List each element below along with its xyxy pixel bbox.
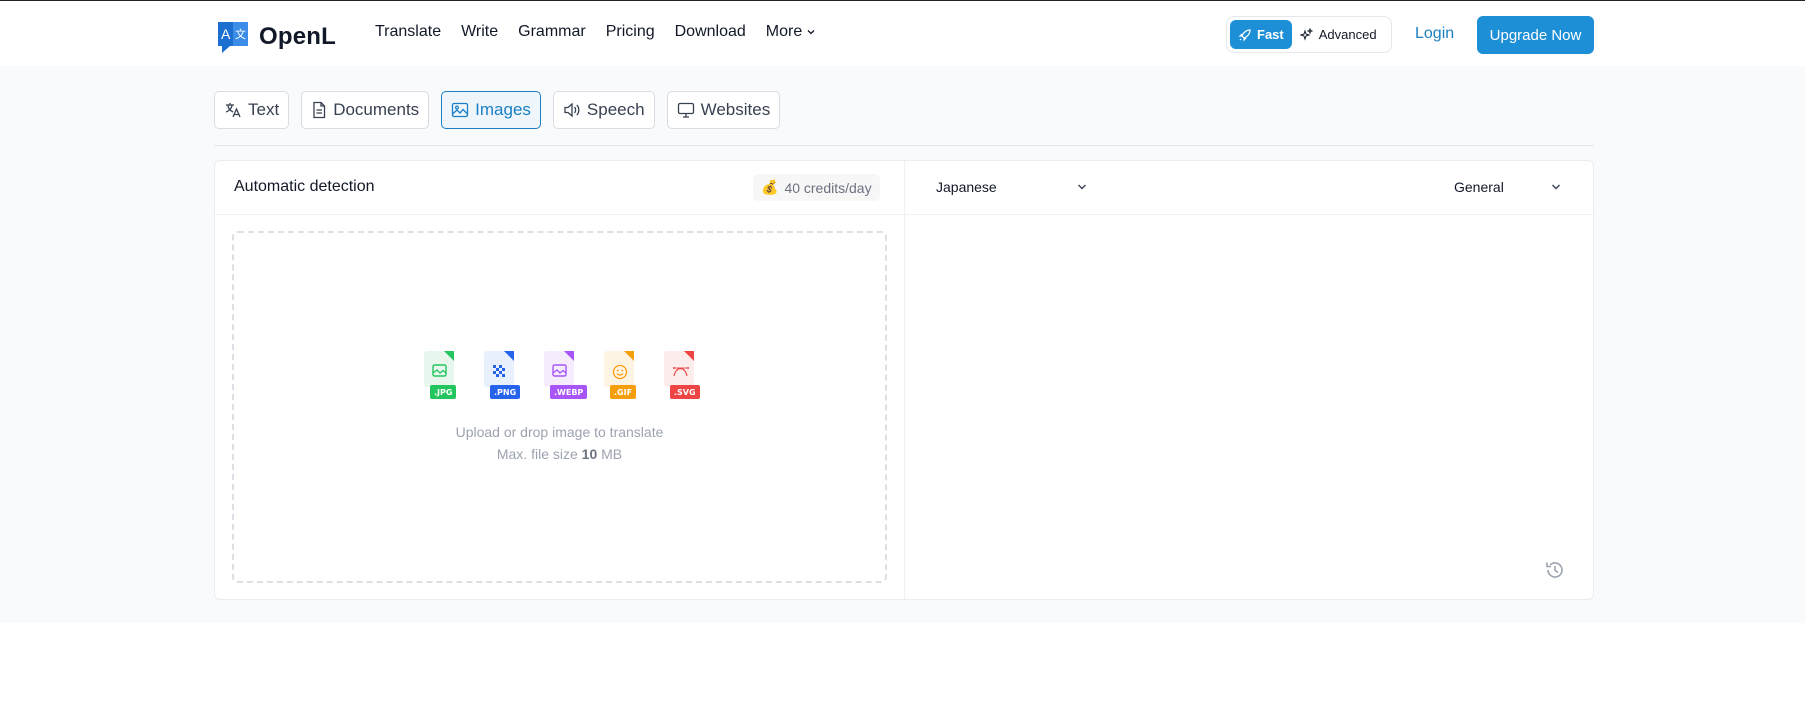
tab-text[interactable]: Text [214,91,290,129]
tab-images[interactable]: Images [441,91,541,129]
image-dropzone[interactable]: .JPG .PNG .WEBP .GIF .SVG Upload or drop… [232,231,887,583]
source-header: Automatic detection 💰 40 credits/day [215,161,904,215]
nav-translate[interactable]: Translate [375,23,441,41]
png-file-icon: .PNG [480,351,521,401]
chevron-down-icon [1078,184,1086,190]
money-bag-icon: 💰 [761,179,779,195]
nav-download[interactable]: Download [675,23,746,41]
main-nav: Translate Write Grammar Pricing Download… [375,23,836,41]
domain-select[interactable]: General [1454,179,1562,195]
nav-grammar[interactable]: Grammar [518,23,586,41]
history-button[interactable] [1544,559,1566,586]
tab-documents[interactable]: Documents [301,91,430,129]
upload-instruction-text: Upload or drop image to translate [455,424,664,440]
image-icon [452,102,469,118]
target-language-select[interactable]: Japanese [936,179,1088,195]
monitor-icon [677,102,694,118]
tab-images-label: Images [475,100,531,119]
sparkles-icon [1299,27,1314,41]
source-language-select[interactable]: Automatic detection [234,178,375,196]
upload-instructions: Upload or drop image to translate Max. f… [234,421,885,465]
credits-badge: 💰 40 credits/day [753,174,880,201]
logo[interactable]: A 文 OpenL [216,20,336,54]
advanced-mode-button[interactable]: Advanced [1292,20,1385,49]
login-link[interactable]: Login [1415,25,1454,43]
tab-websites-label: Websites [700,100,771,119]
history-icon [1546,562,1563,578]
svg-file-icon: .SVG [660,351,700,401]
tab-websites[interactable]: Websites [666,91,781,129]
nav-more-label: More [765,23,803,40]
brand-name: OpenL [259,23,336,50]
tab-speech-label: Speech [586,100,645,119]
target-header: Japanese General [905,161,1593,215]
max-file-size: Max. file size 10 MB [496,446,623,462]
tab-text-label: Text [248,100,280,119]
webp-file-icon: .WEBP [540,351,588,401]
nav-more[interactable]: More [766,23,816,41]
fast-label: Fast [1257,27,1284,42]
advanced-label: Advanced [1318,27,1377,42]
svg-text:文: 文 [235,27,246,41]
chevron-down-icon [807,30,815,35]
gif-file-icon: .GIF [600,351,640,401]
translation-panel: Automatic detection 💰 40 credits/day Jap… [214,160,1594,600]
rocket-icon [1238,28,1251,41]
logo-icon: A 文 [216,20,250,54]
jpg-file-icon: .JPG [420,351,460,401]
tabs-divider [214,145,1594,146]
tab-speech[interactable]: Speech [552,91,655,129]
nav-write[interactable]: Write [461,23,498,41]
credits-text: 40 credits/day [784,179,872,196]
upgrade-button[interactable]: Upgrade Now [1477,16,1594,54]
svg-text:A: A [221,26,231,42]
target-language-value: Japanese [936,179,997,195]
translate-icon [225,103,241,118]
header: A 文 OpenL Translate Write Grammar Pricin… [0,1,1805,66]
translation-type-tabs: Text Documents Images Speech Websites [214,91,792,129]
tab-documents-label: Documents [333,100,420,119]
chevron-down-icon [1552,184,1560,190]
document-icon [313,101,326,119]
nav-pricing[interactable]: Pricing [606,23,655,41]
fast-mode-button[interactable]: Fast [1230,20,1292,49]
file-format-icons: .JPG .PNG .WEBP .GIF .SVG [420,351,720,401]
panel-divider [904,161,905,599]
speaker-icon [564,102,580,118]
domain-value: General [1454,179,1504,195]
mode-toggle: Fast Advanced [1226,16,1392,53]
